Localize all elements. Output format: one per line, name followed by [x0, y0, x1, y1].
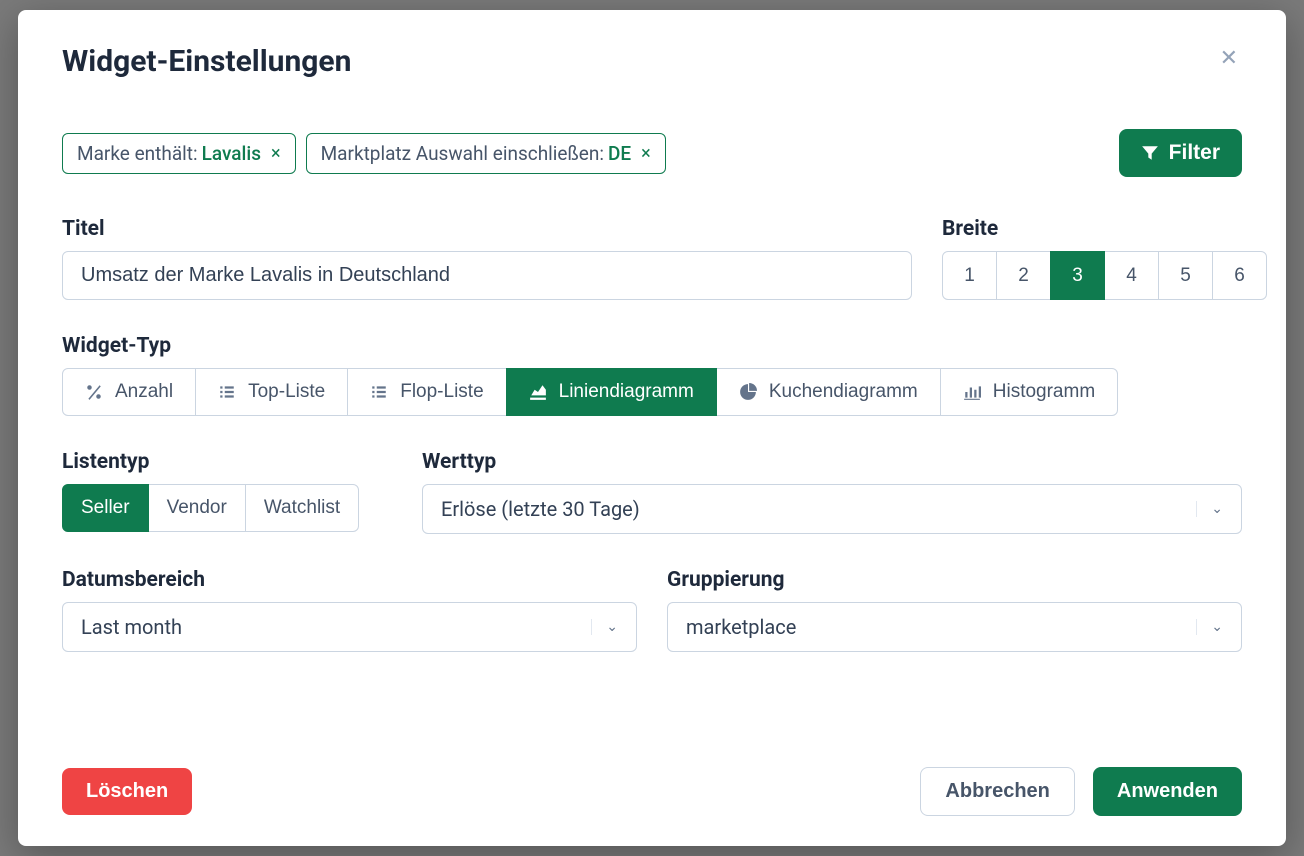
type-label: Histogramm [993, 381, 1095, 403]
modal-header: Widget-Einstellungen ✕ [18, 10, 1286, 79]
breite-field: Breite 1 2 3 4 5 6 [942, 217, 1267, 300]
type-label: Flop-Liste [400, 381, 483, 403]
filter-icon [1141, 144, 1159, 162]
datumsbereich-field: Datumsbereich Last month ⌄ [62, 568, 637, 652]
widget-typ-anzahl[interactable]: Anzahl [62, 368, 196, 416]
widget-typ-liniendiagramm[interactable]: Liniendiagramm [506, 368, 717, 416]
chip-label: Marke enthält: [77, 142, 198, 165]
listentyp-vendor[interactable]: Vendor [148, 484, 246, 532]
datumsbereich-select[interactable]: Last month ⌄ [62, 602, 637, 652]
close-icon[interactable]: ✕ [1216, 44, 1242, 74]
gruppierung-select[interactable]: marketplace ⌄ [667, 602, 1242, 652]
filter-button[interactable]: Filter [1119, 129, 1242, 177]
widget-typ-topliste[interactable]: Top-Liste [195, 368, 348, 416]
listentyp-label: Listentyp [62, 450, 392, 474]
chevron-down-icon: ⌄ [1196, 501, 1223, 517]
widget-typ-kuchendiagramm[interactable]: Kuchendiagramm [716, 368, 941, 416]
titel-label: Titel [62, 217, 912, 241]
filter-chips: Marke enthält: Lavalis × Marktplatz Ausw… [62, 133, 666, 174]
breite-option-3[interactable]: 3 [1050, 251, 1105, 300]
gruppierung-label: Gruppierung [667, 568, 1242, 592]
filter-chip-marke[interactable]: Marke enthält: Lavalis × [62, 133, 296, 174]
chip-remove-icon[interactable]: × [271, 143, 281, 164]
datumsbereich-value: Last month [81, 615, 182, 639]
gruppierung-field: Gruppierung marketplace ⌄ [667, 568, 1242, 652]
listentyp-seller[interactable]: Seller [62, 484, 149, 532]
werttyp-field: Werttyp Erlöse (letzte 30 Tage) ⌄ [422, 450, 1242, 534]
type-label: Liniendiagramm [559, 381, 694, 403]
type-label: Kuchendiagramm [769, 381, 918, 403]
apply-button[interactable]: Anwenden [1093, 767, 1242, 816]
chip-label: Marktplatz Auswahl einschließen: [321, 142, 604, 165]
cancel-button[interactable]: Abbrechen [920, 767, 1074, 816]
chip-value: DE [608, 142, 631, 165]
breite-button-group: 1 2 3 4 5 6 [942, 251, 1267, 300]
widget-typ-field: Widget-Typ Anzahl Top-Liste Flop-Liste [62, 334, 1242, 416]
type-label: Top-Liste [248, 381, 325, 403]
modal-body: Marke enthält: Lavalis × Marktplatz Ausw… [18, 79, 1286, 747]
breite-option-1[interactable]: 1 [942, 251, 997, 300]
titel-field: Titel [62, 217, 912, 300]
chip-value: Lavalis [202, 142, 261, 165]
filter-row: Marke enthält: Lavalis × Marktplatz Ausw… [62, 129, 1242, 177]
widget-typ-row: Widget-Typ Anzahl Top-Liste Flop-Liste [62, 334, 1242, 416]
listentyp-field: Listentyp Seller Vendor Watchlist [62, 450, 392, 534]
chevron-down-icon: ⌄ [1196, 619, 1223, 635]
breite-option-5[interactable]: 5 [1158, 251, 1213, 300]
filter-button-label: Filter [1169, 141, 1220, 165]
werttyp-select[interactable]: Erlöse (letzte 30 Tage) ⌄ [422, 484, 1242, 534]
werttyp-label: Werttyp [422, 450, 1242, 474]
widget-typ-histogramm[interactable]: Histogramm [940, 368, 1118, 416]
chip-remove-icon[interactable]: × [641, 143, 651, 164]
line-chart-icon [529, 383, 547, 401]
list-icon [370, 383, 388, 401]
titel-input[interactable] [62, 251, 912, 300]
breite-label: Breite [942, 217, 1267, 241]
breite-option-4[interactable]: 4 [1104, 251, 1159, 300]
listentyp-watchlist[interactable]: Watchlist [245, 484, 359, 532]
listentyp-button-group: Seller Vendor Watchlist [62, 484, 392, 532]
footer-right: Abbrechen Anwenden [920, 767, 1242, 816]
percent-icon [85, 383, 103, 401]
title-width-row: Titel Breite 1 2 3 4 5 6 [62, 217, 1242, 300]
widget-typ-button-group: Anzahl Top-Liste Flop-Liste Liniendiagra… [62, 368, 1242, 416]
type-label: Anzahl [115, 381, 173, 403]
delete-button[interactable]: Löschen [62, 768, 192, 815]
list-icon [218, 383, 236, 401]
werttyp-value: Erlöse (letzte 30 Tage) [441, 497, 640, 521]
widget-settings-modal: Widget-Einstellungen ✕ Marke enthält: La… [18, 10, 1286, 846]
filter-chip-marktplatz[interactable]: Marktplatz Auswahl einschließen: DE × [306, 133, 666, 174]
listentyp-werttyp-row: Listentyp Seller Vendor Watchlist Wertty… [62, 450, 1242, 534]
breite-option-2[interactable]: 2 [996, 251, 1051, 300]
bar-chart-icon [963, 383, 981, 401]
gruppierung-value: marketplace [686, 615, 796, 639]
widget-typ-flopliste[interactable]: Flop-Liste [347, 368, 506, 416]
datumsbereich-label: Datumsbereich [62, 568, 637, 592]
modal-footer: Löschen Abbrechen Anwenden [18, 747, 1286, 846]
widget-typ-label: Widget-Typ [62, 334, 1242, 358]
pie-chart-icon [739, 383, 757, 401]
chevron-down-icon: ⌄ [591, 619, 618, 635]
datum-gruppierung-row: Datumsbereich Last month ⌄ Gruppierung m… [62, 568, 1242, 652]
breite-option-6[interactable]: 6 [1212, 251, 1267, 300]
modal-title: Widget-Einstellungen [62, 44, 351, 79]
